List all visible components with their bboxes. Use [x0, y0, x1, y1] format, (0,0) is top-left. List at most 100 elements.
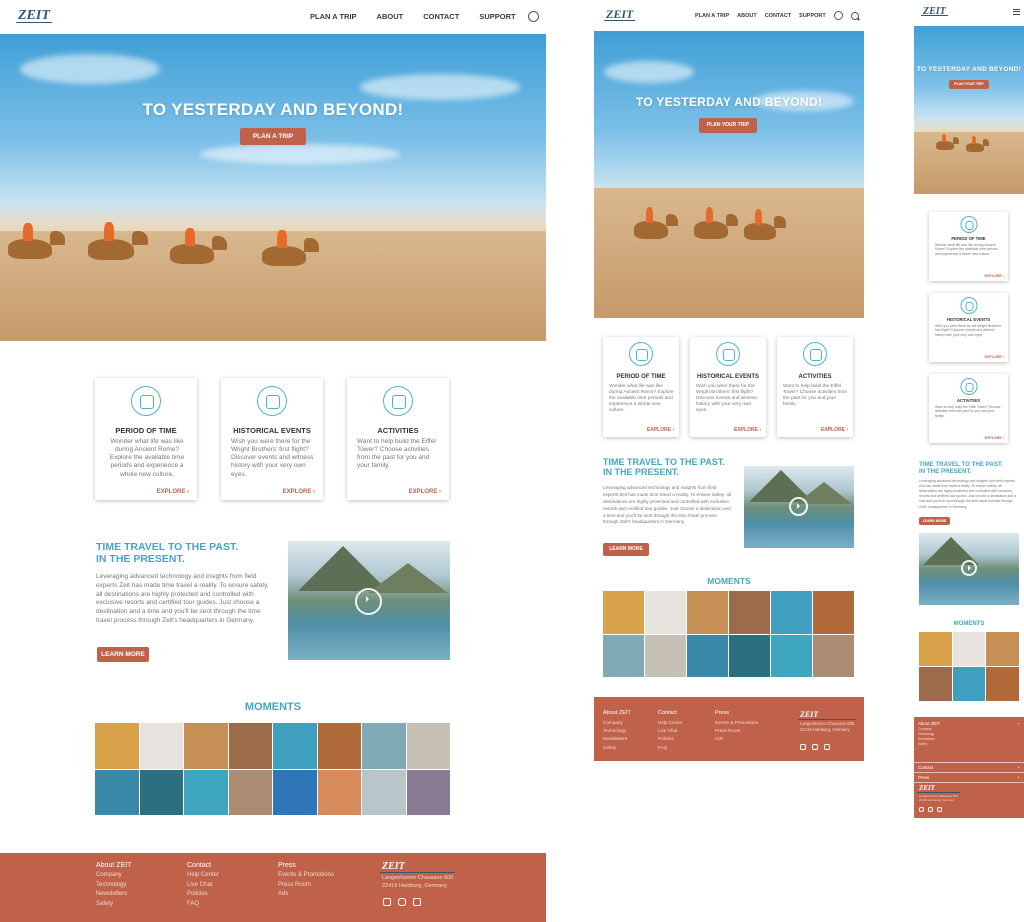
moment-photo[interactable] — [645, 634, 686, 677]
moment-photo[interactable] — [139, 769, 183, 815]
search-icon[interactable] — [850, 11, 859, 20]
nav-support[interactable]: SUPPORT — [479, 12, 515, 21]
explore-link[interactable]: EXPLORE › — [283, 489, 315, 495]
learn-more-button[interactable]: LEARN MORE — [97, 647, 149, 662]
twitter-icon[interactable] — [413, 898, 421, 906]
hamburger-menu-icon[interactable] — [1013, 9, 1020, 15]
explore-link[interactable]: EXPLORE › — [734, 427, 761, 433]
moment-photo[interactable] — [228, 769, 272, 815]
zeit-logo[interactable]: ZEIT — [923, 6, 946, 17]
nav-contact[interactable]: CONTACT — [423, 12, 459, 21]
instagram-icon[interactable] — [398, 898, 406, 906]
moment-photo[interactable] — [362, 769, 406, 815]
explore-link[interactable]: EXPLORE › — [985, 274, 1004, 278]
moment-photo[interactable] — [986, 632, 1019, 666]
expand-icon[interactable]: + — [1017, 775, 1020, 780]
moment-photo[interactable] — [771, 634, 812, 677]
moment-photo[interactable] — [362, 723, 406, 769]
nav-about[interactable]: ABOUT — [377, 12, 404, 21]
accordion-contact[interactable]: Contact + — [914, 763, 1024, 773]
explore-link[interactable]: EXPLORE › — [821, 427, 848, 433]
nav-support[interactable]: SUPPORT — [799, 13, 826, 19]
footer-link[interactable]: Safety — [603, 744, 631, 752]
moment-photo[interactable] — [95, 723, 139, 769]
moment-photo[interactable] — [687, 591, 728, 634]
moment-photo[interactable] — [813, 591, 854, 634]
nav-about[interactable]: ABOUT — [737, 13, 757, 19]
plan-your-trip-button[interactable]: PLAN YOUR TRIP — [949, 80, 989, 89]
explore-link[interactable]: EXPLORE › — [409, 489, 441, 495]
moment-photo[interactable] — [317, 723, 361, 769]
footer-link[interactable]: Help Center — [658, 719, 683, 727]
video-thumbnail[interactable] — [919, 533, 1019, 605]
learn-more-button[interactable]: LEARN MORE — [919, 517, 950, 525]
expand-icon[interactable]: + — [1017, 765, 1020, 770]
footer-link[interactable]: Newsletters — [603, 735, 631, 743]
explore-link[interactable]: EXPLORE › — [985, 436, 1004, 440]
zeit-logo[interactable]: ZEIT — [18, 8, 50, 24]
footer-logo[interactable]: ZEIT — [382, 859, 453, 874]
footer-link[interactable]: Policies — [187, 890, 219, 900]
moment-photo[interactable] — [228, 723, 272, 769]
moment-photo[interactable] — [273, 769, 317, 815]
moment-photo[interactable] — [986, 667, 1019, 701]
play-icon[interactable] — [355, 588, 382, 615]
moment-photo[interactable] — [919, 632, 952, 666]
footer-link[interactable]: Policies — [658, 735, 683, 743]
accordion-about[interactable]: About ZEIT – Company Technology Newslett… — [914, 719, 1024, 763]
twitter-icon[interactable] — [937, 807, 942, 812]
collapse-icon[interactable]: – — [1018, 721, 1020, 726]
footer-link[interactable]: FAQ — [187, 900, 219, 910]
instagram-icon[interactable] — [928, 807, 933, 812]
plan-a-trip-button[interactable]: PLAN A TRIP — [240, 128, 306, 145]
footer-logo[interactable]: ZEIT — [919, 783, 958, 794]
moment-photo[interactable] — [729, 591, 770, 634]
moment-photo[interactable] — [139, 723, 183, 769]
instagram-icon[interactable] — [812, 744, 818, 750]
learn-more-button[interactable]: LEARN MORE — [603, 543, 649, 556]
moment-photo[interactable] — [184, 769, 228, 815]
play-icon[interactable] — [961, 560, 977, 576]
moment-photo[interactable] — [603, 634, 644, 677]
moment-photo[interactable] — [95, 769, 139, 815]
moment-photo[interactable] — [406, 723, 450, 769]
moment-photo[interactable] — [184, 723, 228, 769]
moment-photo[interactable] — [813, 634, 854, 677]
facebook-icon[interactable] — [800, 744, 806, 750]
explore-link[interactable]: EXPLORE › — [647, 427, 674, 433]
nav-plan-a-trip[interactable]: PLAN A TRIP — [310, 12, 357, 21]
nav-plan-a-trip[interactable]: PLAN A TRIP — [695, 13, 729, 19]
video-thumbnail[interactable] — [288, 541, 450, 660]
moment-photo[interactable] — [952, 632, 986, 666]
moment-photo[interactable] — [603, 591, 644, 634]
footer-link[interactable]: Company — [96, 871, 131, 881]
footer-link[interactable]: Press Room — [278, 881, 334, 891]
twitter-icon[interactable] — [824, 744, 830, 750]
footer-link[interactable]: Safety — [918, 742, 1020, 747]
video-thumbnail[interactable] — [744, 466, 854, 548]
plan-your-trip-button[interactable]: PLAN YOUR TRIP — [699, 118, 757, 133]
moment-photo[interactable] — [952, 667, 986, 701]
moment-photo[interactable] — [273, 723, 317, 769]
footer-link[interactable]: Ads — [278, 890, 334, 900]
footer-link[interactable]: Safety — [96, 900, 131, 910]
explore-link[interactable]: EXPLORE › — [985, 355, 1004, 359]
explore-link[interactable]: EXPLORE › — [157, 489, 189, 495]
footer-link[interactable]: Company — [603, 719, 631, 727]
moment-photo[interactable] — [729, 634, 770, 677]
zeit-logo[interactable]: ZEIT — [606, 7, 633, 22]
accordion-press[interactable]: Press + — [914, 773, 1024, 783]
footer-link[interactable]: Newsletters — [96, 890, 131, 900]
user-icon[interactable] — [833, 11, 843, 20]
moment-photo[interactable] — [317, 769, 361, 815]
footer-logo[interactable]: ZEIT — [800, 709, 854, 721]
nav-contact[interactable]: CONTACT — [765, 13, 791, 19]
footer-link[interactable]: Help Center — [187, 871, 219, 881]
facebook-icon[interactable] — [919, 807, 924, 812]
play-icon[interactable] — [789, 497, 808, 516]
moment-photo[interactable] — [687, 634, 728, 677]
footer-link[interactable]: Live Chat — [658, 727, 683, 735]
footer-link[interactable]: Technology — [603, 727, 631, 735]
moment-photo[interactable] — [919, 667, 952, 701]
footer-link[interactable]: Events & Promotions — [278, 871, 334, 881]
